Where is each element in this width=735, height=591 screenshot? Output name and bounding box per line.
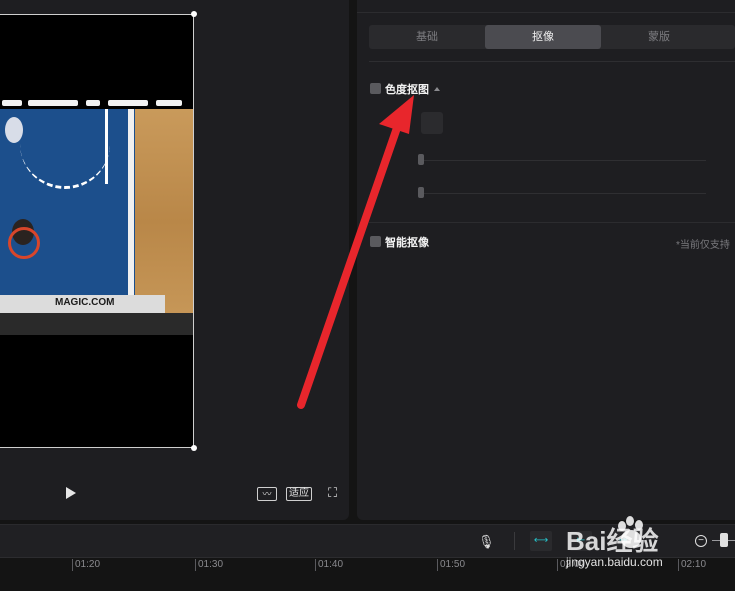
- resize-handle[interactable]: [191, 445, 197, 451]
- fit-button[interactable]: 适应: [286, 487, 312, 501]
- play-icon[interactable]: [66, 487, 76, 499]
- link-icon[interactable]: ⟷: [530, 531, 552, 551]
- ruler-tick: [315, 559, 316, 571]
- ruler-tick: [437, 559, 438, 571]
- toolbar-divider: [514, 532, 515, 550]
- inspector-top-divider: [357, 12, 735, 13]
- intensity-slider-track: [421, 160, 706, 161]
- fullscreen-icon[interactable]: ⛶: [328, 486, 342, 500]
- collapse-caret-icon[interactable]: [434, 87, 440, 91]
- ruler-tick-label: 01:40: [318, 559, 344, 570]
- tab-basic[interactable]: 基础: [369, 25, 485, 49]
- smart-cutout-checkbox[interactable]: [370, 236, 381, 247]
- ruler-tick: [195, 559, 196, 571]
- chroma-key-checkbox[interactable]: [370, 83, 381, 94]
- ruler-tick-label: 02:10: [681, 559, 707, 570]
- watermark-logo: Bai经验: [566, 526, 659, 556]
- ruler-tick: [72, 559, 73, 571]
- zoom-slider-thumb[interactable]: [720, 533, 728, 547]
- inspector-panel: [357, 0, 735, 520]
- preview-canvas[interactable]: MAGIC.COM: [0, 14, 194, 448]
- watermark-url: jingyan.baidu.com: [566, 555, 663, 569]
- section-divider: [369, 222, 735, 223]
- smart-cutout-label: 智能抠像: [385, 237, 429, 249]
- tab-mask[interactable]: 蒙版: [601, 25, 717, 49]
- banner-text: MAGIC.COM: [55, 297, 115, 308]
- inspector-tabs: 基础 抠像 蒙版: [369, 25, 735, 49]
- zoom-out-icon[interactable]: −: [695, 535, 707, 547]
- shadow-slider-track: [421, 193, 706, 194]
- mic-icon[interactable]: 🎙: [478, 534, 495, 551]
- tab-cutout[interactable]: 抠像: [485, 25, 601, 49]
- tabs-divider: [369, 61, 735, 62]
- three-point-arc: [20, 129, 110, 189]
- ruler-tick: [678, 559, 679, 571]
- ruler-tick-label: 01:50: [440, 559, 466, 570]
- crowd: [0, 313, 193, 335]
- preview-panel: MAGIC.COM 〰 适应 ⛶: [0, 0, 349, 520]
- waveform-icon[interactable]: 〰: [257, 487, 277, 501]
- color-picker-button[interactable]: [421, 112, 443, 134]
- intensity-slider-thumb[interactable]: [418, 154, 424, 165]
- chroma-key-label: 色度抠图: [385, 84, 429, 96]
- ruler-tick-label: 01:20: [75, 559, 101, 570]
- ruler-tick-label: 01:30: [198, 559, 224, 570]
- court-boundary: [128, 109, 134, 299]
- video-frame: MAGIC.COM: [0, 109, 193, 335]
- player-figure: [5, 117, 23, 143]
- ruler-tick: [557, 559, 558, 571]
- smart-cutout-note: *当前仅支持: [676, 240, 730, 251]
- basketball-hoop: [8, 227, 40, 259]
- app-window: MAGIC.COM 〰 适应 ⛶ 基础 抠像 蒙版 色度抠图 智能抠像 *当前仅…: [0, 0, 735, 591]
- resize-handle[interactable]: [191, 11, 197, 17]
- shadow-slider-thumb[interactable]: [418, 187, 424, 198]
